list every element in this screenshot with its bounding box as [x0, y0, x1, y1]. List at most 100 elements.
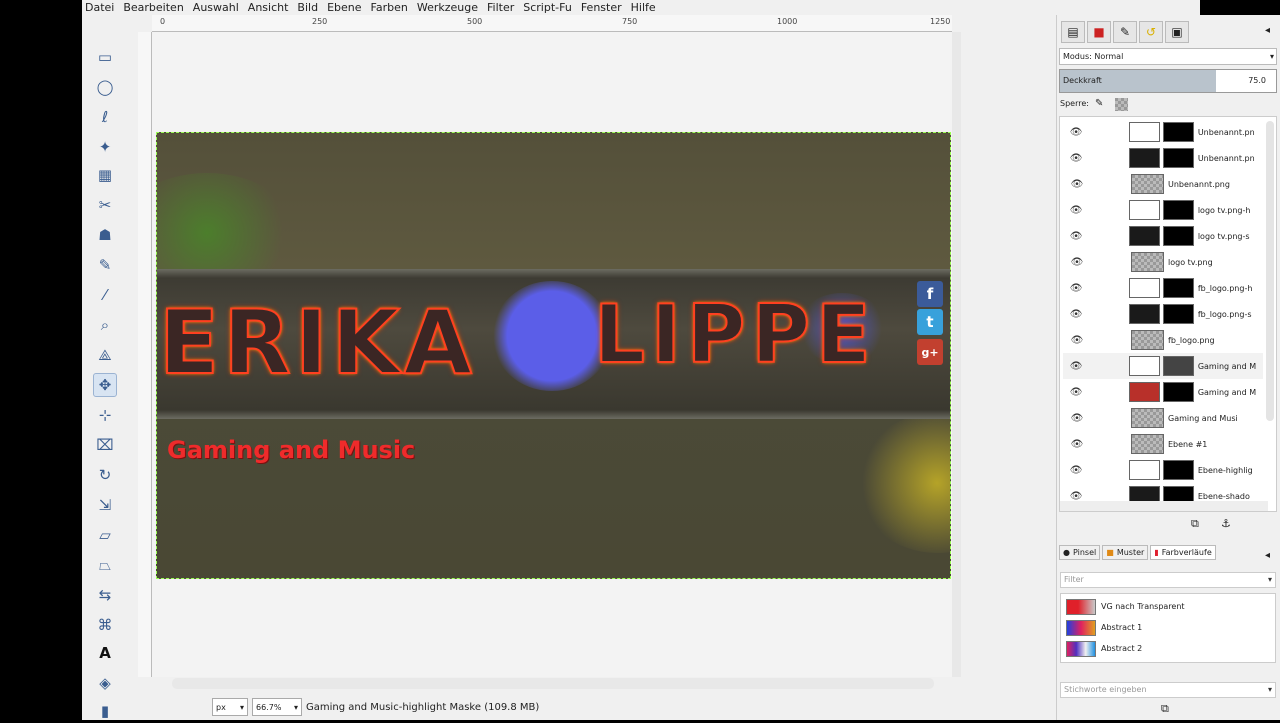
rect-select-icon[interactable]: ▭ [93, 45, 117, 69]
menu-bild[interactable]: Bild [293, 0, 323, 15]
layer-mask-thumbnail[interactable] [1162, 460, 1194, 480]
menu-werkzeuge[interactable]: Werkzeuge [413, 0, 483, 15]
eye-icon[interactable]: 👁 [1063, 413, 1091, 424]
layer-row[interactable]: 👁 Unbenannt.pn [1063, 119, 1263, 145]
layer-row[interactable]: 👁 fb_logo.png [1063, 327, 1263, 353]
eye-icon[interactable]: 👁 [1063, 335, 1091, 346]
foreground-select-icon[interactable]: ☗ [93, 223, 117, 247]
layer-row[interactable]: 👁 Ebene #1 [1063, 431, 1263, 457]
layer-mask-thumbnail[interactable] [1162, 122, 1194, 142]
tab-farbverlaeufe[interactable]: ▮ Farbverläufe [1150, 545, 1216, 560]
align-icon[interactable]: ⊹ [93, 403, 117, 427]
layer-thumbnail[interactable] [1129, 460, 1160, 480]
layer-row[interactable]: 👁 logo tv.png-s [1063, 223, 1263, 249]
shear-icon[interactable]: ▱ [93, 523, 117, 547]
eye-icon[interactable]: 👁 [1063, 179, 1091, 190]
eye-icon[interactable]: 👁 [1063, 491, 1089, 502]
dock-menu-icon[interactable]: ◂ [1265, 25, 1270, 36]
layer-thumbnail[interactable] [1131, 174, 1164, 194]
bucket-fill-icon[interactable]: ◈ [93, 671, 117, 695]
eye-icon[interactable]: 👁 [1063, 465, 1089, 476]
unit-select[interactable]: px ▾ [212, 698, 248, 716]
paths-tab-icon[interactable]: ✎ [1113, 21, 1137, 43]
layers-hscrollbar[interactable] [1060, 501, 1268, 511]
opacity-slider[interactable]: Deckkraft 75.0 [1059, 69, 1277, 93]
color-select-icon[interactable]: ▦ [93, 163, 117, 187]
perspective-icon[interactable]: ⏢ [93, 553, 117, 577]
layers-scrollbar[interactable] [1266, 121, 1274, 421]
paths-icon[interactable]: ✎ [93, 253, 117, 277]
brushes-menu-icon[interactable]: ◂ [1265, 550, 1270, 561]
layer-row[interactable]: 👁 logo tv.png-h [1063, 197, 1263, 223]
measure-icon[interactable]: ⟁ [93, 343, 117, 367]
cage-icon[interactable]: ⌘ [93, 613, 117, 637]
lasso-icon[interactable]: ℓ [93, 105, 117, 129]
gradient-item[interactable]: Abstract 1 [1066, 617, 1266, 638]
gradient-edit-icon[interactable]: ⧉ [1161, 702, 1169, 716]
layer-mask-thumbnail[interactable] [1162, 304, 1194, 324]
eye-icon[interactable]: 👁 [1063, 361, 1089, 372]
layer-thumbnail[interactable] [1129, 356, 1160, 376]
layer-mask-thumbnail[interactable] [1162, 226, 1194, 246]
layer-mask-thumbnail[interactable] [1162, 278, 1194, 298]
scale-icon[interactable]: ⇲ [93, 493, 117, 517]
undo-tab-icon[interactable]: ↺ [1139, 21, 1163, 43]
horizontal-scrollbar[interactable] [172, 678, 934, 689]
anchor-layer-icon[interactable]: ⚓ [1221, 517, 1231, 530]
gradient-item[interactable]: Abstract 2 [1066, 638, 1266, 659]
flip-icon[interactable]: ⇆ [93, 583, 117, 607]
layer-thumbnail[interactable] [1129, 304, 1160, 324]
menu-ebene[interactable]: Ebene [323, 0, 366, 15]
scissors-icon[interactable]: ✂ [93, 193, 117, 217]
menu-farben[interactable]: Farben [367, 0, 413, 15]
eye-icon[interactable]: 👁 [1063, 231, 1089, 242]
layer-mask-thumbnail[interactable] [1162, 356, 1194, 376]
eye-icon[interactable]: 👁 [1063, 387, 1089, 398]
menu-script-fu[interactable]: Script-Fu [519, 0, 577, 15]
lock-pixels-icon[interactable]: ✎ [1095, 98, 1103, 109]
move-icon[interactable]: ✥ [93, 373, 117, 397]
layer-row[interactable]: 👁 Unbenannt.pn [1063, 145, 1263, 171]
layer-mask-thumbnail[interactable] [1162, 382, 1194, 402]
gradient-item[interactable]: VG nach Transparent [1066, 596, 1266, 617]
vertical-scrollbar[interactable] [952, 32, 961, 677]
layer-thumbnail[interactable] [1131, 408, 1164, 428]
lock-alpha-icon[interactable] [1115, 98, 1128, 111]
layer-row[interactable]: 👁 Gaming and Music [1063, 405, 1263, 431]
layer-row[interactable]: 👁 Unbenannt.png [1063, 171, 1263, 197]
eye-icon[interactable]: 👁 [1063, 205, 1089, 216]
eye-icon[interactable]: 👁 [1063, 309, 1089, 320]
menu-fenster[interactable]: Fenster [577, 0, 627, 15]
layer-thumbnail[interactable] [1129, 122, 1160, 142]
menu-datei[interactable]: Datei [82, 0, 119, 15]
layer-row[interactable]: 👁 fb_logo.png-s [1063, 301, 1263, 327]
layer-thumbnail[interactable] [1129, 226, 1160, 246]
duplicate-layer-icon[interactable]: ⧉ [1191, 517, 1199, 531]
tab-pinsel[interactable]: ● Pinsel [1059, 545, 1101, 560]
text-icon[interactable]: A [93, 641, 117, 665]
layer-thumbnail[interactable] [1129, 382, 1160, 402]
ellipse-select-icon[interactable]: ◯ [93, 75, 117, 99]
layers-tab-icon[interactable]: ▤ [1061, 21, 1085, 43]
eye-icon[interactable]: 👁 [1063, 439, 1091, 450]
zoom-select[interactable]: 66.7% ▾ [252, 698, 302, 716]
layer-row[interactable]: 👁 Gaming and M [1063, 353, 1263, 379]
image-canvas[interactable]: ERIKA LIPPE Gaming and Music f t g+ [156, 132, 951, 579]
menu-ansicht[interactable]: Ansicht [244, 0, 294, 15]
rotate-icon[interactable]: ↻ [93, 463, 117, 487]
layer-mask-thumbnail[interactable] [1162, 200, 1194, 220]
eye-icon[interactable]: 👁 [1063, 283, 1089, 294]
gradient-icon[interactable]: ▮ [93, 699, 117, 723]
layer-row[interactable]: 👁 logo tv.png [1063, 249, 1263, 275]
menu-filter[interactable]: Filter [483, 0, 519, 15]
layer-mask-thumbnail[interactable] [1162, 148, 1194, 168]
layer-thumbnail[interactable] [1129, 200, 1160, 220]
menu-auswahl[interactable]: Auswahl [189, 0, 244, 15]
layer-row[interactable]: 👁 Ebene-highlig [1063, 457, 1263, 483]
layer-thumbnail[interactable] [1131, 330, 1164, 350]
images-tab-icon[interactable]: ▣ [1165, 21, 1189, 43]
color-picker-icon[interactable]: ⁄ [93, 283, 117, 307]
layer-thumbnail[interactable] [1129, 148, 1160, 168]
menu-hilfe[interactable]: Hilfe [627, 0, 661, 15]
menu-bearbeiten[interactable]: Bearbeiten [119, 0, 188, 15]
